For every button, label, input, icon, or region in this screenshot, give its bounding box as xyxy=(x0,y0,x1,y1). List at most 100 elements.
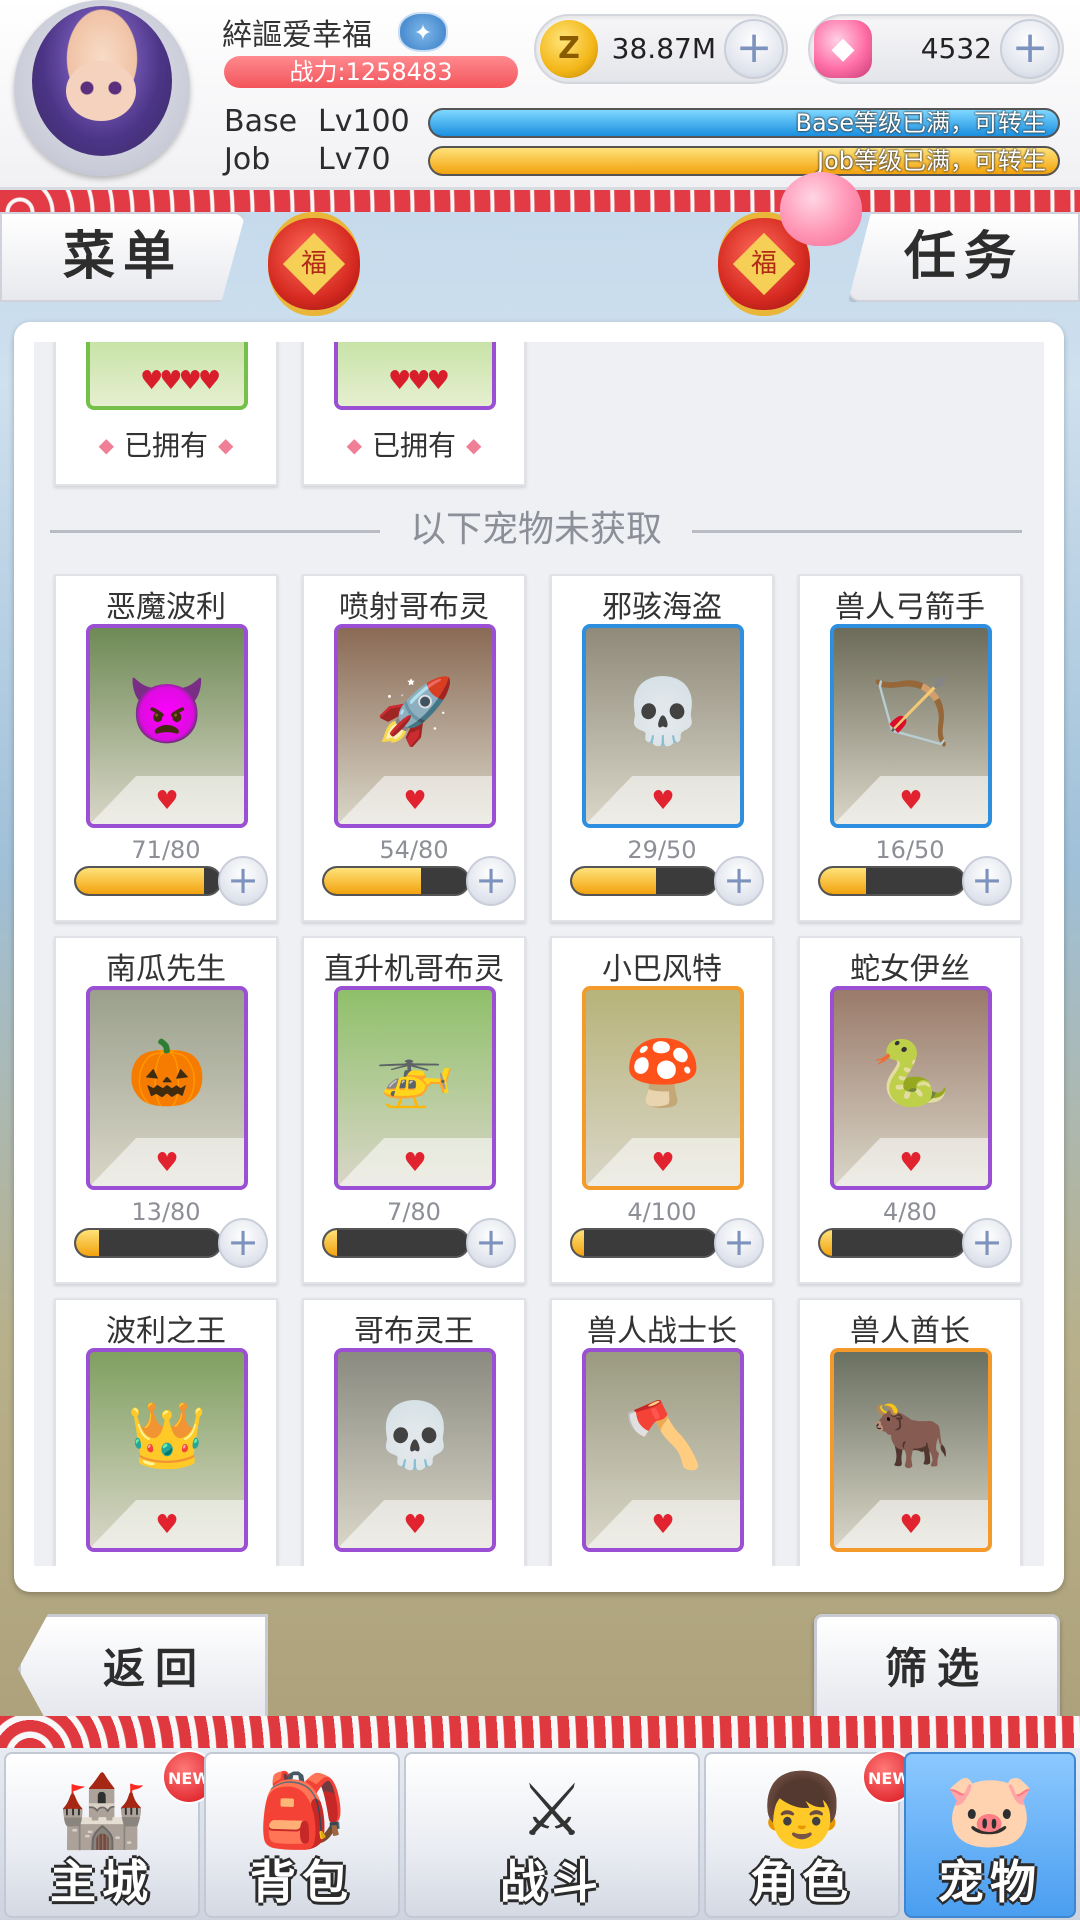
pet-progress-fill xyxy=(572,868,656,894)
nav-item-castle[interactable]: 🏰 主城 NEW xyxy=(4,1750,216,1918)
heart-icon: ♥ xyxy=(403,1510,427,1540)
zeny-currency: Z 38.87M + xyxy=(534,14,788,84)
heart-icon: ♥ xyxy=(651,1148,675,1178)
lantern-icon: 福 xyxy=(268,212,360,316)
poring-mascot-icon[interactable] xyxy=(780,172,862,246)
owned-pet-card[interactable]: ♥♥♥♥ ◆ 已拥有 ◆ xyxy=(54,342,278,486)
pet-card[interactable]: 哥布灵王 💀 ♥ xyxy=(302,1298,526,1566)
pet-card[interactable]: 喷射哥布灵 🚀 ♥ 54/80 + xyxy=(302,574,526,922)
pet-portrait: 🐍 ♥ xyxy=(830,986,992,1190)
pet-portrait: 🐂 ♥ xyxy=(830,1348,992,1552)
menu-button[interactable]: 菜单 xyxy=(0,212,246,302)
add-gem-button[interactable]: + xyxy=(1000,19,1060,79)
pet-list-scroll[interactable]: ♥♥♥♥ ◆ 已拥有 ◆ ♥♥♥ ◆ 已拥有 ◆ 以下宠物未获取 恶魔波利 👿 ♥ 71/80… xyxy=(34,342,1044,1566)
pet-progress-fill xyxy=(820,1230,832,1256)
pet-progress-bar xyxy=(74,866,222,896)
heart-icon: ♥ xyxy=(899,1510,923,1540)
add-fragment-button[interactable]: + xyxy=(466,856,516,906)
owned-label: ◆ 已拥有 ◆ xyxy=(98,429,234,462)
pet-art-icon: 💀 xyxy=(623,675,703,749)
base-exp-bar: Base等级已满，可转生 xyxy=(428,108,1060,138)
diamond-icon: ◆ xyxy=(466,433,482,457)
owned-label: ◆ 已拥有 ◆ xyxy=(346,429,482,462)
heart-icon: ♥♥♥ xyxy=(388,366,450,396)
filter-button[interactable]: 筛选 xyxy=(814,1614,1060,1724)
pet-portrait: 🏹 ♥ xyxy=(830,624,992,828)
nav-item-poring-pet[interactable]: 🐷 宠物 xyxy=(904,1752,1076,1918)
nav-label: 角色 xyxy=(750,1855,854,1909)
pet-card[interactable]: 兽人酋长 🐂 ♥ xyxy=(798,1298,1022,1566)
pet-name: 兽人酋长 xyxy=(850,1314,970,1349)
poring-pet-icon: 🐷 xyxy=(945,1768,1035,1852)
back-button[interactable]: 返回 xyxy=(18,1614,268,1724)
add-fragment-button[interactable]: + xyxy=(466,1218,516,1268)
pet-portrait: 🍄 ♥ xyxy=(582,986,744,1190)
task-button[interactable]: 任务 xyxy=(848,212,1080,302)
pet-card[interactable]: 兽人弓箭手 🏹 ♥ 16/50 + xyxy=(798,574,1022,922)
pet-portrait: 👑 ♥ xyxy=(86,1348,248,1552)
pet-portrait: 💀 ♥ xyxy=(334,1348,496,1552)
nav-label: 主城 xyxy=(50,1855,154,1909)
pet-card[interactable]: 南瓜先生 🎃 ♥ 13/80 + xyxy=(54,936,278,1284)
pet-card[interactable]: 邪骇海盗 💀 ♥ 29/50 + xyxy=(550,574,774,922)
pet-name: 兽人战士长 xyxy=(587,1314,737,1349)
lantern-char: 福 xyxy=(750,248,778,279)
pet-progress-fill xyxy=(76,1230,100,1256)
gem-value: 4532 xyxy=(920,32,992,65)
avatar[interactable] xyxy=(32,6,172,156)
job-exp-bar: Job等级已满，可转生 xyxy=(428,146,1060,176)
pet-art-icon: 🐍 xyxy=(871,1037,951,1111)
add-fragment-button[interactable]: + xyxy=(714,856,764,906)
section-divider: 以下宠物未获取 xyxy=(50,510,1022,550)
add-fragment-button[interactable]: + xyxy=(962,1218,1012,1268)
shield-wings-icon[interactable]: ✦ xyxy=(398,12,448,52)
heart-icon: ♥♥♥♥ xyxy=(140,366,221,396)
crossed-swords-icon: ⚔ xyxy=(519,1768,585,1852)
pet-card[interactable]: 直升机哥布灵 🚁 ♥ 7/80 + xyxy=(302,936,526,1284)
job-level: Lv70 xyxy=(318,142,391,177)
nav-label: 宠物 xyxy=(938,1855,1042,1909)
pet-progress-bar xyxy=(322,866,470,896)
zeny-value: 38.87M xyxy=(611,32,716,65)
pet-card[interactable]: 兽人战士长 🪓 ♥ xyxy=(550,1298,774,1566)
pet-art-icon: 🚁 xyxy=(375,1037,455,1111)
pet-card[interactable]: 波利之王 👑 ♥ xyxy=(54,1298,278,1566)
heart-icon: ♥ xyxy=(155,1510,179,1540)
pet-card[interactable]: 蛇女伊丝 🐍 ♥ 4/80 + xyxy=(798,936,1022,1284)
heart-icon: ♥ xyxy=(403,1148,427,1178)
heart-icon: ♥ xyxy=(651,786,675,816)
pet-art-icon: 🪓 xyxy=(623,1399,703,1473)
add-fragment-button[interactable]: + xyxy=(962,856,1012,906)
pet-progress-fill xyxy=(820,868,867,894)
pet-art-icon: 👑 xyxy=(127,1399,207,1473)
nav-item-character[interactable]: 👦 角色 NEW xyxy=(704,1750,916,1918)
add-zeny-button[interactable]: + xyxy=(724,19,784,79)
pet-portrait: 💀 ♥ xyxy=(582,624,744,828)
pet-progress-bar xyxy=(570,866,718,896)
pet-art-icon: 🚀 xyxy=(375,675,455,749)
pet-name: 小巴风特 xyxy=(602,952,722,987)
pet-progress-bar xyxy=(818,1228,966,1258)
nav-item-backpack[interactable]: 🎒 背包 xyxy=(204,1752,400,1918)
nav-item-crossed-swords[interactable]: ⚔ 战斗 xyxy=(404,1752,700,1918)
pet-progress-bar xyxy=(322,1228,470,1258)
pink-gem-icon: ◆ xyxy=(814,20,872,78)
pet-card[interactable]: 恶魔波利 👿 ♥ 71/80 + xyxy=(54,574,278,922)
heart-icon: ♥ xyxy=(403,786,427,816)
heart-icon: ♥ xyxy=(651,1510,675,1540)
add-fragment-button[interactable]: + xyxy=(218,856,268,906)
heart-icon: ♥ xyxy=(155,786,179,816)
add-fragment-button[interactable]: + xyxy=(218,1218,268,1268)
diamond-icon: ◆ xyxy=(98,433,114,457)
owned-pet-image: ♥♥♥♥ xyxy=(86,342,248,410)
zeny-coin-icon: Z xyxy=(540,20,598,78)
pet-progress-bar xyxy=(570,1228,718,1258)
pet-name: 直升机哥布灵 xyxy=(324,952,504,987)
pet-progress-fill xyxy=(572,1230,584,1256)
add-fragment-button[interactable]: + xyxy=(714,1218,764,1268)
base-exp-text: Base等级已满，可转生 xyxy=(795,109,1046,137)
pet-card[interactable]: 小巴风特 🍄 ♥ 4/100 + xyxy=(550,936,774,1284)
owned-pet-card[interactable]: ♥♥♥ ◆ 已拥有 ◆ xyxy=(302,342,526,486)
pet-progress-bar xyxy=(818,866,966,896)
festive-border xyxy=(0,190,1080,212)
